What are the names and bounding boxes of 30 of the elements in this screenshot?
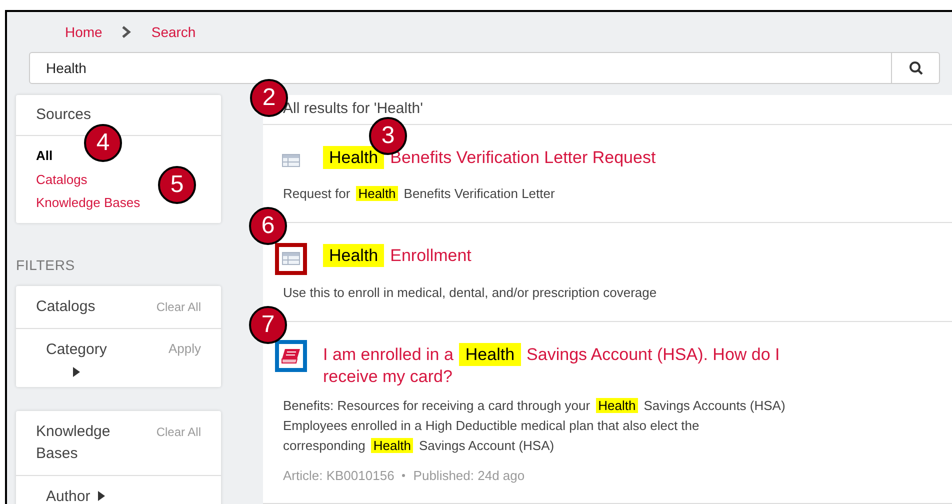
source-link[interactable]: All <box>36 148 53 163</box>
result-description: Use this to enroll in medical, dental, and/or prescription coverage <box>283 284 658 302</box>
expand-arrow-icon[interactable] <box>72 367 80 377</box>
expand-arrow-icon[interactable] <box>98 491 106 501</box>
filters-heading: FILTERS <box>16 256 76 274</box>
result-meta: Article: KB0010156 <box>283 466 394 484</box>
chevron-right-icon <box>122 26 132 38</box>
facet-label[interactable]: Category <box>46 338 107 361</box>
source-link[interactable]: Knowledge Bases <box>36 195 140 210</box>
breadcrumb-link[interactable]: Home <box>65 22 102 42</box>
source-link[interactable]: Catalogs <box>36 172 88 186</box>
table-icon <box>282 154 300 166</box>
filter-group-title: Knowledge Bases <box>36 422 112 464</box>
table-icon <box>282 252 300 265</box>
result-description: Request for Health Benefits Verification Letter <box>283 185 556 203</box>
callout-badge: 6 <box>249 207 287 245</box>
result-meta: Published: 24d ago <box>413 466 525 485</box>
breadcrumb-link[interactable]: Search <box>151 22 196 42</box>
result-title-link[interactable]: I am enrolled in a Health Savings Account (HSA). How do I receive my card? <box>323 344 786 388</box>
book-icon <box>281 348 301 364</box>
search-icon <box>908 61 922 75</box>
search-button[interactable] <box>892 52 940 84</box>
result-description: Benefits: Resources for receiving a card through your Health Savings Accounts (HSA) Employees enrolled in a High Deductible medical plan that also elect the corresponding Health Savings Account (HSA) <box>283 396 786 455</box>
search-field[interactable]: Health <box>29 52 892 84</box>
filter-group-title: Catalogs <box>36 296 96 316</box>
facet-label[interactable]: Author <box>46 486 90 504</box>
callout-badge: 4 <box>84 124 122 162</box>
callout-badge: 5 <box>158 166 196 204</box>
result-title-link[interactable]: Health Enrollment <box>323 245 478 267</box>
callout-badge: 7 <box>249 306 287 344</box>
